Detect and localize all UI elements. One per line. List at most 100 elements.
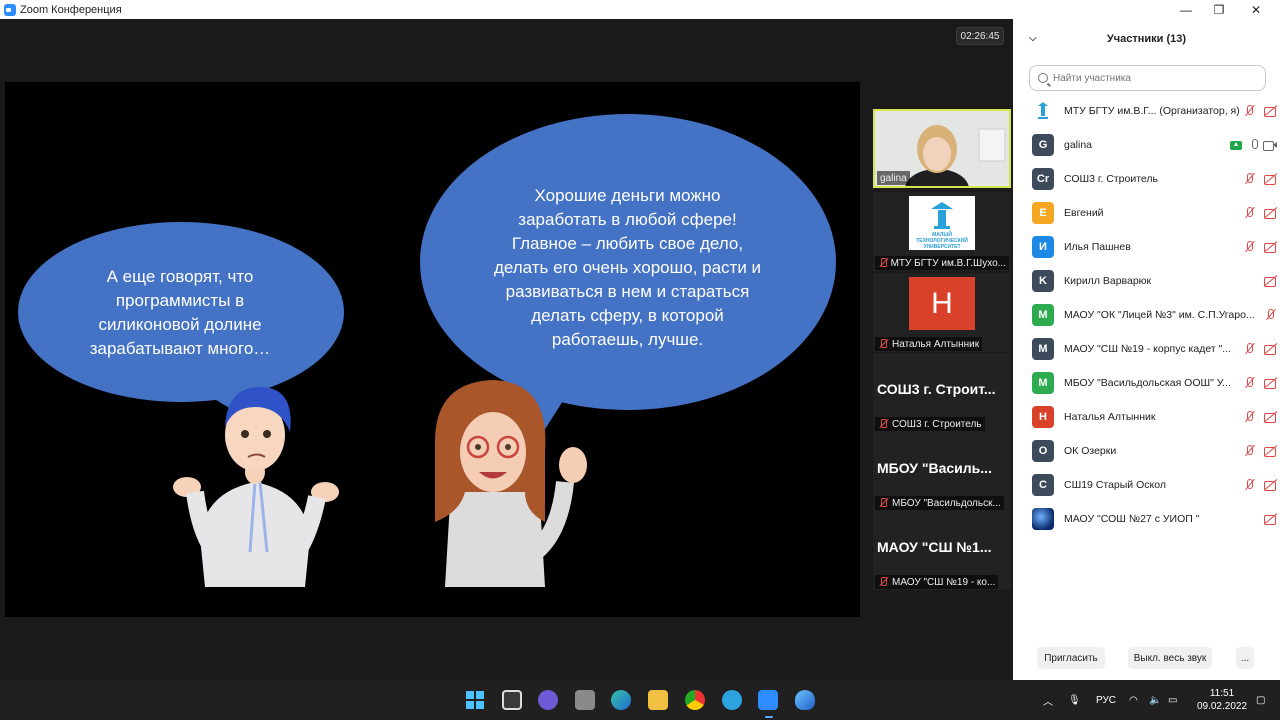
notifications-icon[interactable]: ▢ — [1256, 680, 1265, 720]
list-item[interactable]: M МАОУ "СШ №19 - корпус кадет "... — [1013, 332, 1280, 366]
participant-name: Евгений — [1064, 207, 1104, 219]
mic-muted-icon[interactable] — [1262, 308, 1280, 322]
video-off-icon[interactable] — [1262, 104, 1280, 118]
mtu-logo-icon — [1038, 102, 1048, 119]
video-off-icon[interactable] — [1262, 342, 1280, 356]
thumbnail-label: СОШ3 г. Строитель — [875, 417, 985, 431]
video-thumbnail-mbou[interactable]: МБОУ "Василь... МБОУ "Васильдольск... — [873, 432, 1011, 511]
edge-browser-icon[interactable] — [611, 690, 631, 710]
video-thumbnail-mtu[interactable]: МАЛЫЙ ТЕХНОЛОГИЧЕСКИЙ УНИВЕРСИТЕТ МТУ БГ… — [873, 192, 1011, 271]
avatar: C — [1032, 474, 1054, 496]
list-item[interactable]: M МАОУ "ОК "Лицей №3" им. С.П.Угаро... — [1013, 298, 1280, 332]
list-item[interactable]: O ОК Озерки — [1013, 434, 1280, 468]
mic-muted-icon[interactable] — [1241, 478, 1259, 492]
video-off-icon[interactable] — [1262, 478, 1280, 492]
mute-all-button[interactable]: Выкл. весь звук — [1128, 647, 1212, 669]
zoom-taskbar-icon[interactable] — [758, 690, 778, 710]
participant-name: Илья Пашнев — [1064, 241, 1131, 253]
video-thumbnail-maou[interactable]: МАОУ "СШ №1... МАОУ "СШ №19 - ко... — [873, 511, 1011, 590]
participant-name: СШ19 Старый Оскол — [1064, 479, 1166, 491]
chevron-down-icon[interactable]: ⌵ — [1029, 33, 1037, 44]
participant-name: МТУ БГТУ им.В.Г... (Организатор, я) — [1064, 105, 1240, 117]
right-bubble-line: делать сферу, в которой — [531, 306, 724, 325]
search-input[interactable] — [1053, 72, 1253, 84]
video-off-icon[interactable] — [1262, 376, 1280, 390]
list-item[interactable]: K Кирилл Варварюк — [1013, 264, 1280, 298]
mic-muted-icon[interactable] — [1241, 206, 1259, 220]
close-button[interactable]: ✕ — [1238, 0, 1274, 19]
mic-muted-icon[interactable] — [1241, 172, 1259, 186]
avatar: E — [1032, 202, 1054, 224]
video-icon[interactable] — [1262, 138, 1278, 152]
avatar: M — [1032, 304, 1054, 326]
video-thumbnail-sosh3[interactable]: СОШ3 г. Строит... СОШ3 г. Строитель — [873, 353, 1011, 432]
list-item[interactable]: И Илья Пашнев — [1013, 230, 1280, 264]
volume-icon[interactable]: 🔈 — [1149, 680, 1161, 720]
list-item[interactable]: МТУ БГТУ им.В.Г... (Организатор, я) — [1013, 94, 1280, 128]
telegram-icon[interactable] — [722, 690, 742, 710]
left-bubble-text: А еще говорят, что программисты в силико… — [45, 265, 315, 361]
minimize-button[interactable]: — — [1168, 0, 1204, 19]
list-item[interactable]: G galina — [1013, 128, 1280, 162]
video-off-icon[interactable] — [1262, 410, 1280, 424]
avatar: M — [1032, 338, 1054, 360]
avatar: M — [1032, 372, 1054, 394]
taskbar-clock[interactable]: 11:51 09.02.2022 — [1194, 687, 1250, 713]
boy-avatar — [173, 387, 339, 587]
list-item[interactable]: МАОУ "СОШ №27 с УИОП " — [1013, 502, 1280, 536]
mic-muted-icon[interactable] — [1241, 410, 1259, 424]
meeting-timer: 02:26:45 — [956, 27, 1004, 45]
app-icon[interactable] — [795, 690, 815, 710]
battery-icon[interactable]: ▭ — [1168, 680, 1177, 720]
language-indicator[interactable]: РУС — [1096, 680, 1116, 720]
left-bubble-line: силиконовой долине — [98, 315, 262, 334]
clock-date: 09.02.2022 — [1196, 701, 1248, 712]
video-thumbnail-natalya[interactable]: Н Наталья Алтынник — [873, 273, 1011, 352]
list-item[interactable]: M МБОУ "Васильдольская ООШ" У... — [1013, 366, 1280, 400]
invite-button[interactable]: Пригласить — [1037, 647, 1105, 669]
muted-mic-icon — [878, 258, 887, 268]
video-off-icon[interactable] — [1262, 172, 1280, 186]
list-item[interactable]: C СШ19 Старый Оскол — [1013, 468, 1280, 502]
meeting-area: 02:26:45 А еще говорят, что программисты… — [0, 19, 1013, 680]
video-off-icon[interactable] — [1262, 444, 1280, 458]
list-item[interactable]: Н Наталья Алтынник — [1013, 400, 1280, 434]
file-explorer-icon[interactable] — [648, 690, 668, 710]
video-off-icon[interactable] — [1262, 206, 1280, 220]
mic-muted-icon[interactable] — [1241, 444, 1259, 458]
avatar: Н — [1032, 406, 1054, 428]
left-bubble-line: А еще говорят, что — [106, 267, 254, 286]
right-bubble-text: Хорошие деньги можно заработать в любой … — [455, 184, 800, 352]
participant-search[interactable] — [1029, 65, 1266, 91]
mic-muted-icon[interactable] — [1241, 342, 1259, 356]
window-titlebar: Zoom Конференция — ❐ ✕ — [0, 0, 1280, 19]
participants-panel: ⌵ Участники (13) МТУ БГТУ им.В.Г... (Орг… — [1013, 19, 1280, 680]
participant-name: galina — [1064, 139, 1093, 151]
restore-button[interactable]: ❐ — [1201, 0, 1237, 19]
list-item[interactable]: E Евгений — [1013, 196, 1280, 230]
more-button[interactable]: ... — [1236, 647, 1254, 669]
task-view-icon[interactable] — [502, 690, 522, 710]
video-thumbnail-galina[interactable]: galina — [873, 109, 1011, 188]
participant-list: МТУ БГТУ им.В.Г... (Организатор, я) G ga… — [1013, 94, 1280, 536]
chrome-icon[interactable] — [685, 690, 705, 710]
mic-muted-icon[interactable] — [1241, 376, 1259, 390]
windows-start-icon[interactable] — [465, 690, 485, 710]
thumbnail-big-name: МАОУ "СШ №1... — [877, 539, 992, 555]
mic-muted-icon[interactable] — [1241, 240, 1259, 254]
video-off-icon[interactable] — [1262, 512, 1280, 526]
mic-muted-icon[interactable] — [1241, 104, 1259, 118]
list-item[interactable]: Cr СОШ3 г. Строитель — [1013, 162, 1280, 196]
printer-icon[interactable] — [575, 690, 595, 710]
avatar: O — [1032, 440, 1054, 462]
participant-name: МАОУ "СШ №19 - корпус кадет "... — [1064, 343, 1232, 355]
tray-overflow-chevron-icon[interactable]: ︿ — [1043, 680, 1053, 720]
chat-icon[interactable] — [538, 690, 558, 710]
wifi-icon[interactable]: ◠ — [1129, 680, 1138, 720]
microphone-tray-icon[interactable]: 🎙 — [1068, 680, 1081, 720]
video-off-icon[interactable] — [1262, 240, 1280, 254]
windows-taskbar: ︿ 🎙 РУС ◠ 🔈 ▭ 11:51 09.02.2022 ▢ — [0, 680, 1280, 720]
mic-icon[interactable] — [1248, 138, 1262, 152]
video-off-icon[interactable] — [1262, 274, 1280, 288]
zoom-app-icon — [4, 3, 16, 16]
